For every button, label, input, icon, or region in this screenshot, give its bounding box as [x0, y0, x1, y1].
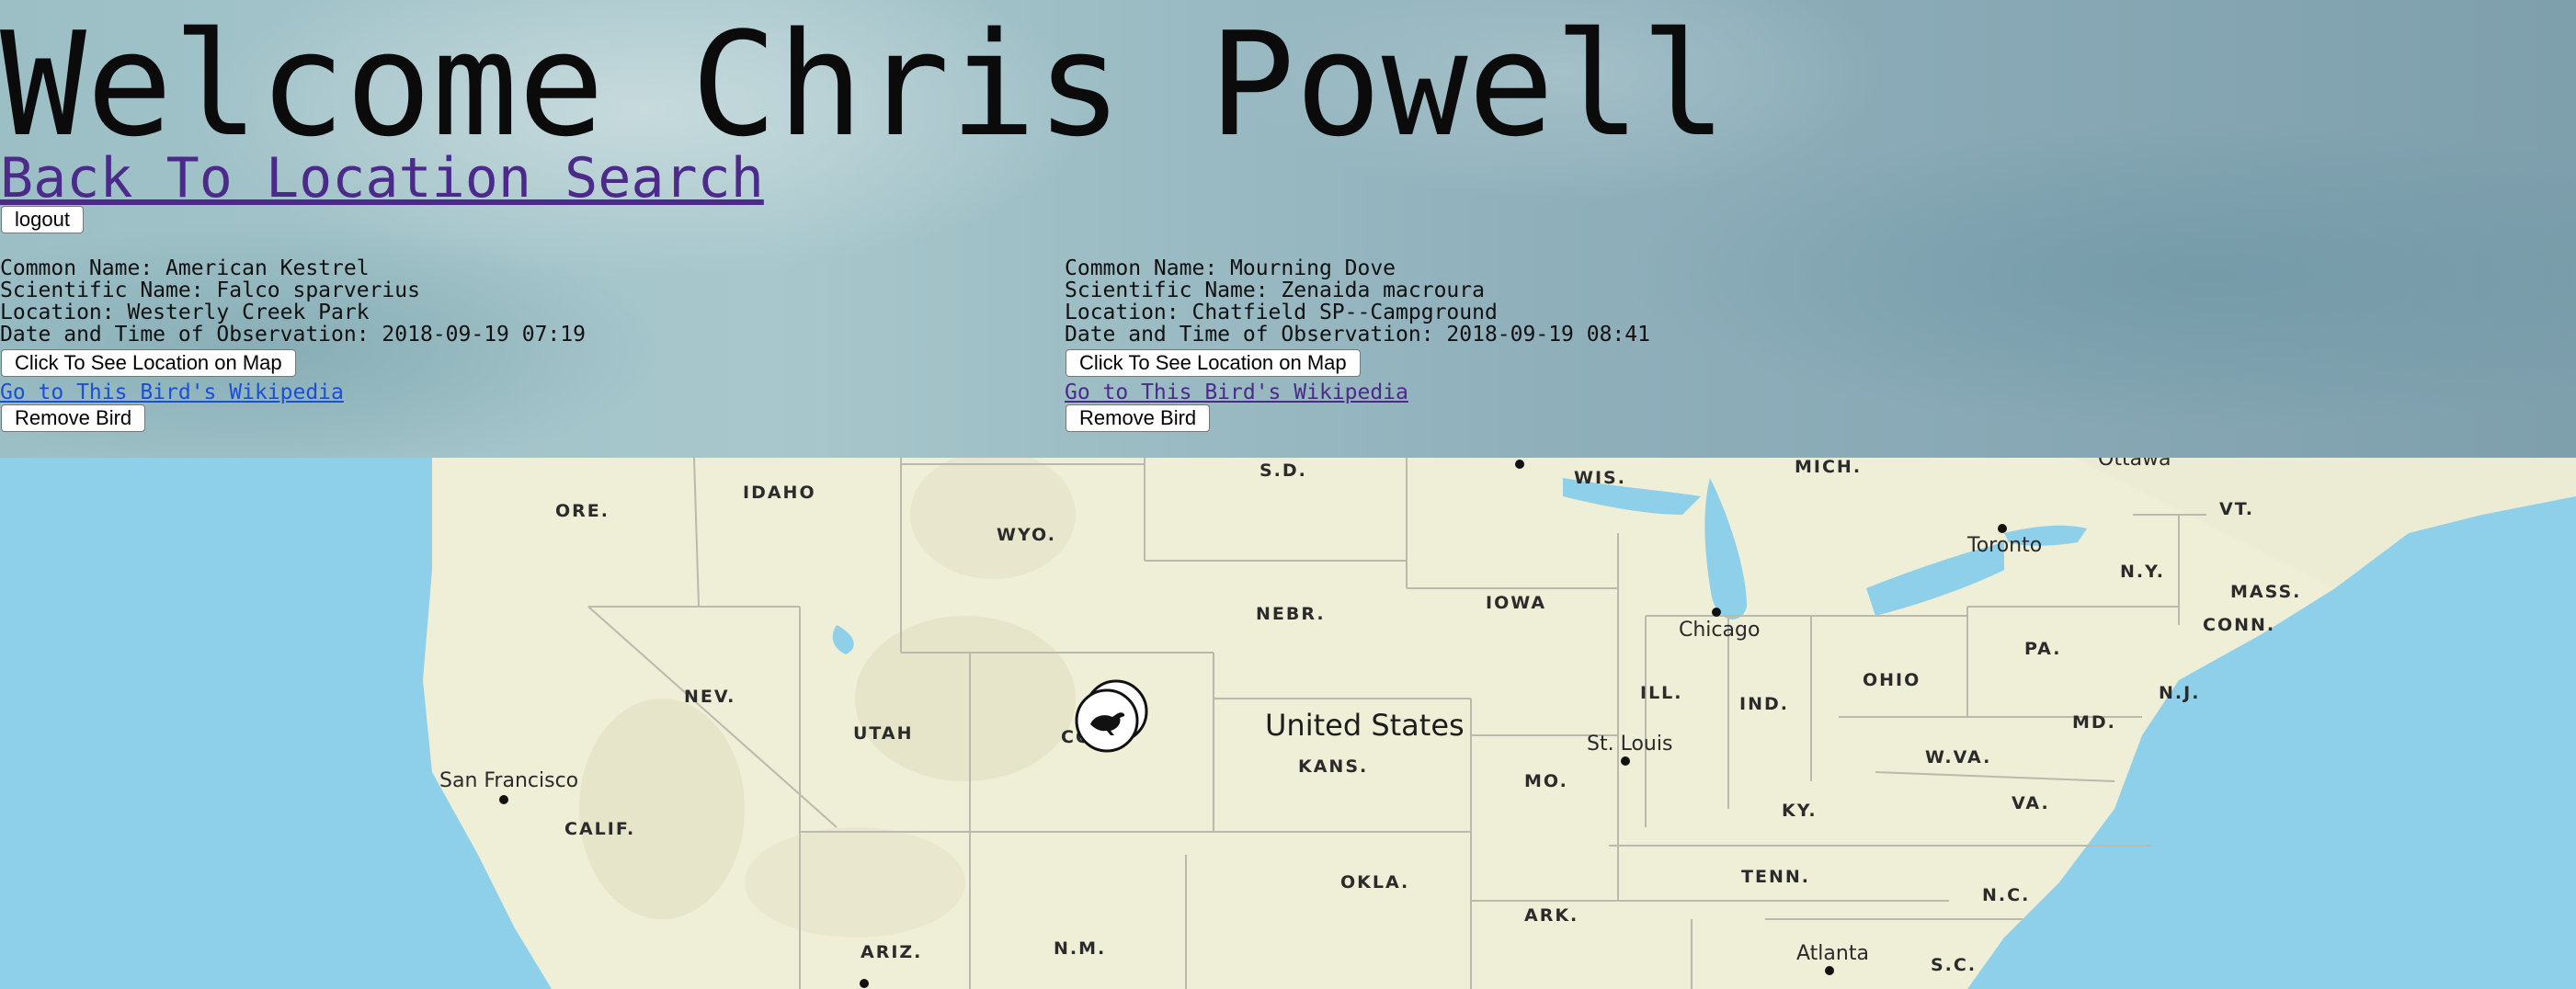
- remove-bird-button[interactable]: Remove Bird: [1066, 404, 1211, 432]
- bird-map-marker[interactable]: [1074, 688, 1140, 754]
- state-label: N.Y.: [2120, 562, 2165, 582]
- state-label: OKLA.: [1340, 872, 1409, 892]
- state-label: PA.: [2024, 639, 2061, 659]
- state-label: IND.: [1739, 694, 1789, 714]
- common-name: Common Name: American Kestrel: [0, 256, 370, 280]
- state-label: ARK.: [1524, 905, 1579, 926]
- location: Location: Chatfield SP--Campground: [1065, 301, 1498, 324]
- city-label: Chicago: [1679, 619, 1760, 642]
- wikipedia-link[interactable]: Go to This Bird's Wikipedia: [0, 379, 344, 406]
- state-label: CONN.: [2203, 615, 2275, 635]
- state-label: N.J.: [2159, 683, 2200, 703]
- state-label: UTAH: [853, 723, 914, 744]
- state-label: S.D.: [1260, 460, 1307, 481]
- see-location-on-map-button[interactable]: Click To See Location on Map: [1, 349, 296, 377]
- see-location-on-map-button[interactable]: Click To See Location on Map: [1066, 349, 1361, 377]
- logout-button[interactable]: logout: [1, 206, 84, 233]
- welcome-heading: Welcome Chris Powell: [0, 1, 1727, 168]
- wikipedia-link[interactable]: Go to This Bird's Wikipedia: [1065, 379, 1408, 406]
- back-to-location-search-link[interactable]: Back To Location Search: [0, 143, 764, 213]
- common-name: Common Name: Mourning Dove: [1065, 256, 1396, 280]
- observation-datetime: Date and Time of Observation: 2018-09-19…: [1065, 323, 1650, 347]
- state-label: OHIO: [1863, 670, 1921, 690]
- state-label: ARIZ.: [861, 942, 922, 962]
- state-label: ORE.: [555, 501, 610, 521]
- scientific-name: Scientific Name: Zenaida macroura: [1065, 279, 1485, 302]
- state-label: ILL.: [1640, 683, 1683, 703]
- state-label: WYO.: [997, 525, 1056, 545]
- city-label: Atlanta: [1796, 942, 1869, 965]
- state-label: MO.: [1524, 771, 1568, 791]
- state-label: N.M.: [1054, 938, 1106, 959]
- state-label: MASS.: [2230, 582, 2301, 602]
- state-label: IDAHO: [743, 483, 816, 503]
- state-label: KY.: [1782, 801, 1818, 821]
- state-label: TENN.: [1741, 867, 1810, 887]
- state-label: CALIF.: [564, 819, 635, 839]
- state-label: NEBR.: [1256, 604, 1326, 624]
- country-label: United States: [1265, 708, 1465, 743]
- header-panel: Welcome Chris Powell Back To Location Se…: [0, 0, 2576, 458]
- state-label: N.C.: [1982, 885, 2030, 905]
- remove-bird-button[interactable]: Remove Bird: [1, 404, 146, 432]
- scientific-name: Scientific Name: Falco sparverius: [0, 279, 420, 302]
- state-label: NEV.: [684, 687, 735, 707]
- city-label: Toronto: [1966, 534, 2042, 557]
- state-label: IOWA: [1486, 593, 1546, 613]
- city-label: St. Louis: [1587, 733, 1672, 756]
- location: Location: Westerly Creek Park: [0, 301, 370, 324]
- state-label: VA.: [2012, 793, 2050, 813]
- state-label: S.C.: [1931, 955, 1977, 975]
- state-label: MD.: [2072, 712, 2116, 733]
- state-label: WIS.: [1574, 468, 1626, 488]
- bird-icon: [1075, 688, 1139, 753]
- state-label: W.VA.: [1925, 747, 1991, 767]
- city-label: San Francisco: [439, 769, 578, 792]
- state-label: VT.: [2219, 499, 2254, 519]
- state-label: KANS.: [1298, 756, 1368, 777]
- observation-datetime: Date and Time of Observation: 2018-09-19…: [0, 323, 586, 347]
- state-label: MICH.: [1795, 457, 1862, 477]
